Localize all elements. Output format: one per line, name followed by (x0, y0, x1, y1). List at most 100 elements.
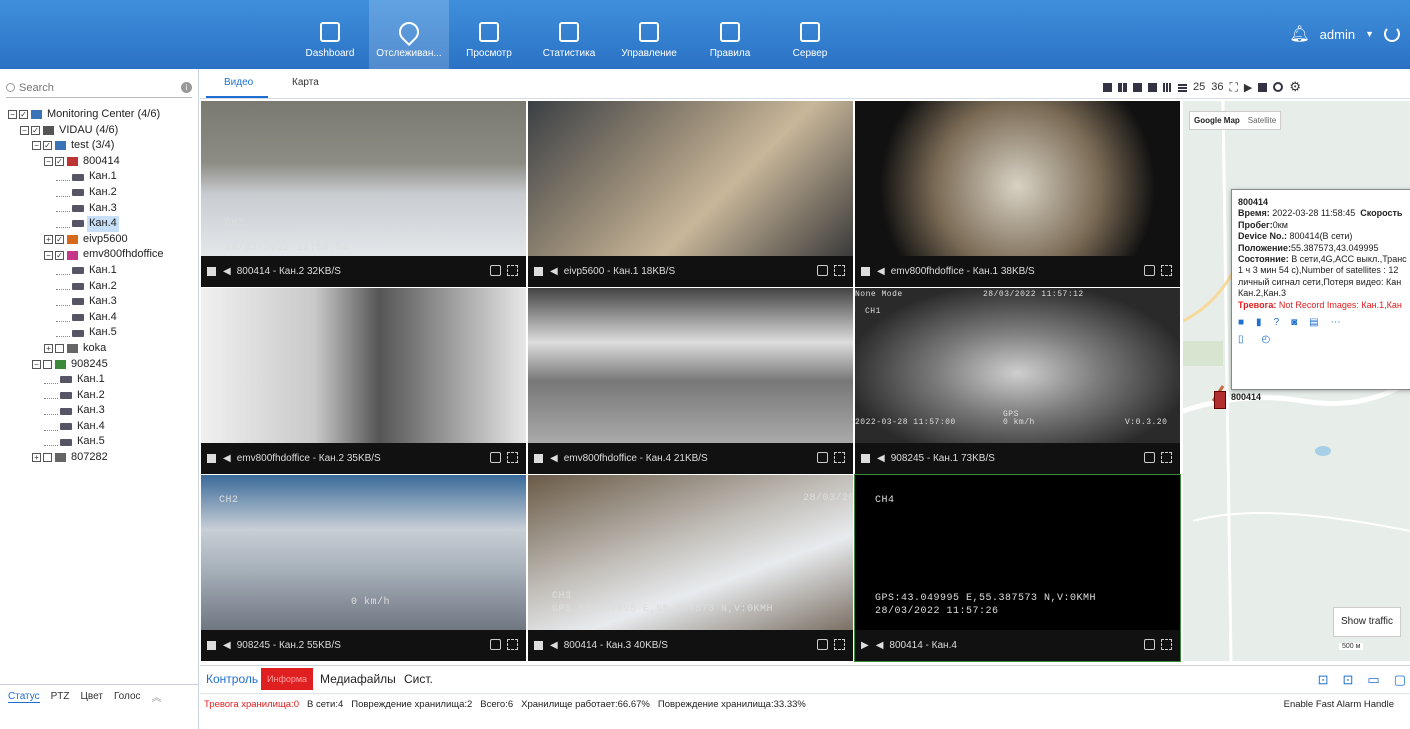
stop-all-icon[interactable] (1258, 82, 1268, 92)
nav-item-0[interactable]: Dashboard (290, 0, 370, 69)
tree-checkbox[interactable]: ✓ (19, 110, 28, 120)
tree-checkbox[interactable] (43, 453, 52, 463)
nav-item-5[interactable]: Правила (690, 0, 770, 69)
snapshot-icon[interactable] (1144, 639, 1155, 650)
video-tile[interactable]: ◀ emv800fhdoffice - Кан.4 21KB/S (528, 288, 853, 474)
snapshot-icon[interactable] (1144, 452, 1155, 463)
chevron-down-icon[interactable]: ▼ (1365, 29, 1374, 39)
tree-node[interactable]: + ✓ eivp5600 (8, 232, 196, 248)
stop-icon[interactable] (861, 454, 870, 463)
fullscreen-icon[interactable] (834, 452, 845, 463)
tab-ptz[interactable]: PTZ (51, 691, 70, 702)
fullscreen-icon[interactable] (507, 452, 518, 463)
tree-checkbox[interactable]: ✓ (55, 235, 64, 245)
window-icon[interactable]: ▭ (1367, 672, 1379, 688)
stop-icon[interactable] (207, 454, 216, 463)
collapse-up-icon[interactable]: ︽ (152, 689, 162, 704)
collapse-icon[interactable]: − (32, 141, 41, 151)
tree-node[interactable]: Кан.3 (8, 294, 196, 310)
track-icon[interactable]: ◴ (1262, 334, 1271, 345)
fullscreen-icon[interactable] (1161, 639, 1172, 650)
tree-node[interactable]: Кан.2 (8, 279, 196, 295)
tree-node[interactable]: Кан.1 (8, 263, 196, 279)
tree-node[interactable]: Кан.2 (8, 388, 196, 404)
snapshot-icon[interactable] (490, 265, 501, 276)
video-frame[interactable]: CH2 0 km/h (201, 475, 526, 630)
layout-9-icon[interactable] (1163, 82, 1172, 92)
video-frame[interactable]: None Mode 28/03/2022 11:57:12 CH1 2022-03-2… (855, 288, 1180, 443)
collapse-icon[interactable]: − (32, 359, 41, 369)
alarm-sound-icon[interactable]: ⊡ (1343, 672, 1354, 688)
stop-icon[interactable] (534, 641, 543, 650)
tree-node[interactable]: − ✓ Monitoring Center (4/6) (8, 107, 196, 123)
video-tile[interactable]: CH3 GPS:43.049995 E,55.387573 N,V:0KMH 28/… (528, 475, 853, 661)
tab-map[interactable]: Карта (292, 77, 319, 88)
stop-icon[interactable] (534, 267, 543, 276)
tab-status[interactable]: Статус (8, 691, 40, 703)
tree-node[interactable]: Кан.5 (8, 325, 196, 341)
map-type-google[interactable]: Google Map (1190, 112, 1244, 129)
tree-node[interactable]: + koka (8, 341, 196, 357)
snapshot-icon[interactable] (817, 265, 828, 276)
tree-node[interactable]: Кан.4 (8, 419, 196, 435)
collapse-icon[interactable]: − (8, 110, 17, 120)
map-panel[interactable]: Google Map Satellite 800414 800414 Время… (1183, 101, 1410, 661)
show-traffic-button[interactable]: Show traffic (1333, 607, 1401, 637)
tree-checkbox[interactable] (43, 359, 52, 369)
info-icon[interactable]: i (181, 82, 192, 93)
nav-item-3[interactable]: Статистика (529, 0, 609, 69)
video-tile[interactable]: CH2 0 km/h ◀ 908245 - Кан.2 55KB/S (201, 475, 526, 661)
fast-alarm-handle-toggle[interactable]: Enable Fast Alarm Handle (1284, 699, 1394, 710)
video-tile[interactable]: CH4 GPS:43.049995 E,55.387573 N,V:0KMH 28/… (854, 474, 1181, 662)
video-cam-icon[interactable]: ■ (1238, 317, 1244, 328)
tab-voice[interactable]: Голос (114, 691, 141, 702)
layout-8-icon[interactable] (1148, 82, 1157, 92)
layout-1-icon[interactable] (1103, 82, 1112, 92)
tree-checkbox[interactable]: ✓ (55, 157, 64, 167)
video-tile[interactable]: ◀ emv800fhdoffice - Кан.2 35KB/S (201, 288, 526, 474)
tree-checkbox[interactable]: ✓ (31, 125, 40, 135)
speaker-icon[interactable]: ◀ (876, 640, 884, 651)
search-input[interactable] (19, 81, 181, 94)
fullscreen-icon[interactable] (834, 639, 845, 650)
video-frame[interactable] (855, 101, 1180, 256)
nav-item-6[interactable]: Сервер (770, 0, 850, 69)
stop-icon[interactable] (207, 267, 216, 276)
fullscreen-icon[interactable] (507, 265, 518, 276)
layout-16-icon[interactable] (1178, 82, 1187, 92)
video-tile[interactable]: ◀ eivp5600 - Кан.1 18KB/S (528, 101, 853, 287)
tree-checkbox[interactable]: ✓ (55, 250, 64, 260)
power-icon[interactable] (1384, 26, 1400, 42)
vehicle-marker-icon[interactable] (1214, 391, 1226, 409)
speaker-icon[interactable]: ◀ (223, 266, 231, 277)
snapshot-icon[interactable] (817, 452, 828, 463)
expand-icon[interactable]: + (44, 344, 53, 354)
tab-video[interactable]: Видео (224, 77, 253, 88)
alarm-lock-icon[interactable]: ⊡ (1318, 672, 1329, 688)
tree-node[interactable]: − ✓ 800414 (8, 154, 196, 170)
video-tile[interactable]: CH2 GPS:43.049995 E,55.387573 N,V:0KMH 28/… (201, 101, 526, 287)
nav-item-1[interactable]: Отслеживан... (369, 0, 449, 69)
record-icon[interactable] (1273, 82, 1284, 92)
fullscreen-icon[interactable] (1161, 265, 1172, 276)
nav-item-2[interactable]: Просмотр (449, 0, 529, 69)
phone-icon[interactable]: ▮ (1256, 317, 1262, 328)
tree-checkbox[interactable]: ✓ (43, 141, 52, 151)
tab-system[interactable]: Сист. (404, 672, 433, 686)
tree-node[interactable]: Кан.4 (8, 310, 196, 326)
play-all-icon[interactable]: ▶ (1244, 81, 1252, 94)
collapse-icon[interactable]: − (44, 250, 53, 260)
listen-icon[interactable]: ? (1274, 317, 1280, 328)
layout-25-button[interactable]: 25 (1193, 81, 1205, 93)
video-frame[interactable] (528, 288, 853, 443)
layout-36-button[interactable]: 36 (1211, 81, 1223, 93)
video-frame[interactable] (528, 101, 853, 256)
play-icon[interactable]: ▶ (861, 640, 869, 651)
fullscreen-icon[interactable] (834, 265, 845, 276)
video-frame[interactable]: CH2 GPS:43.049995 E,55.387573 N,V:0KMH 28/… (201, 101, 526, 256)
video-frame[interactable]: CH4 GPS:43.049995 E,55.387573 N,V:0KMH 28/… (855, 475, 1180, 630)
bell-icon[interactable]: 🔔︎ (1289, 24, 1309, 44)
fullscreen-icon[interactable] (1161, 452, 1172, 463)
fullscreen-icon[interactable]: ⛶ (1230, 80, 1238, 95)
stop-icon[interactable] (534, 454, 543, 463)
